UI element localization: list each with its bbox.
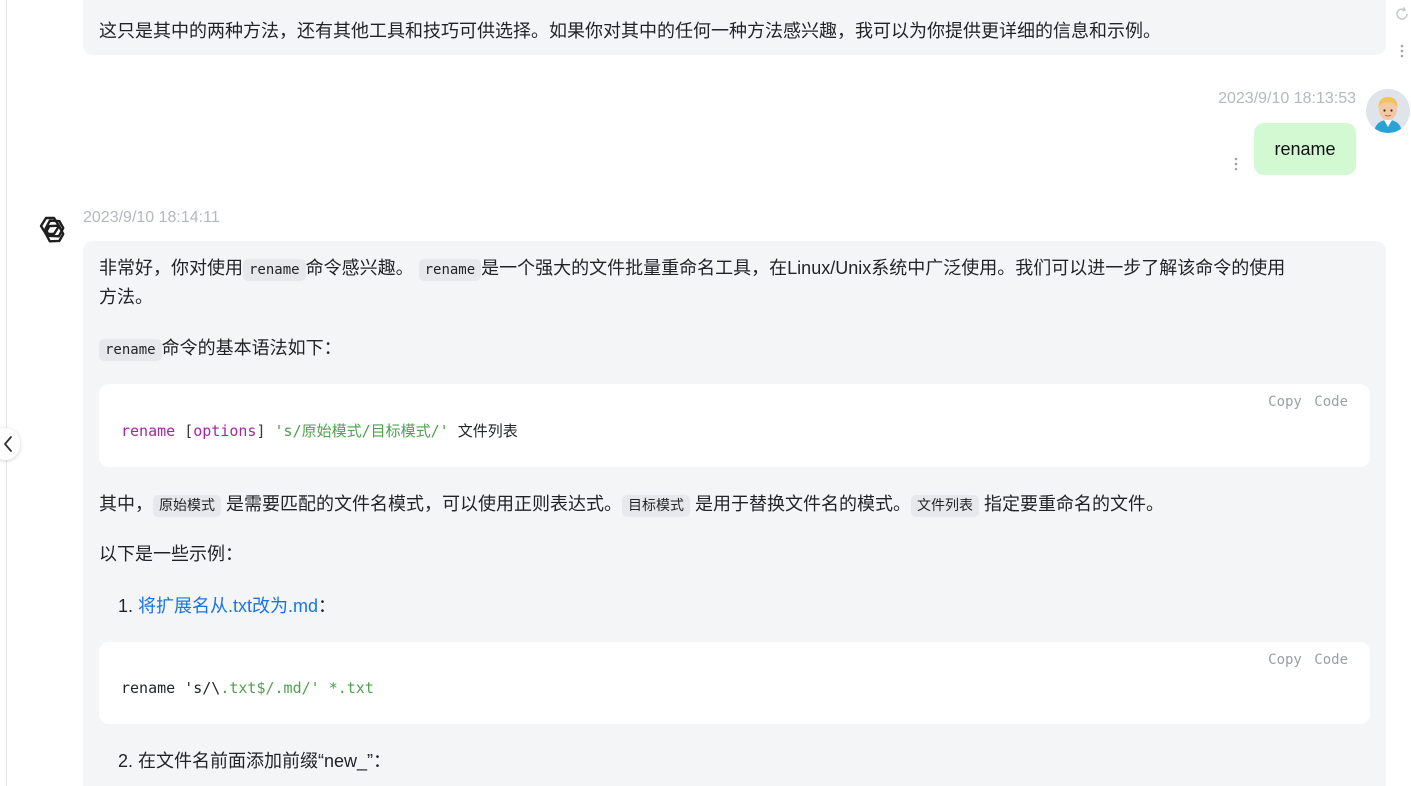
code-token: ]: [256, 422, 266, 440]
code-string: .txt: [337, 679, 374, 697]
text: ：: [318, 596, 337, 616]
inline-code: rename: [99, 339, 162, 361]
code-token: options: [193, 422, 257, 440]
list-number: 1.: [118, 596, 134, 616]
sidebar-divider: [6, 0, 7, 786]
chat-page: 这只是其中的两种方法，还有其他工具和技巧可供选择。如果你对其中的任何一种方法感兴…: [0, 0, 1411, 786]
text: 是一个强大的文件批量重命名工具，在Linux/Unix系统中广泛使用。我们可以进…: [481, 258, 1286, 278]
more-vertical-icon[interactable]: [1400, 44, 1404, 58]
inline-code: 目标模式: [622, 495, 691, 517]
more-vertical-icon[interactable]: [1234, 157, 1238, 171]
code-string: /.md/' *: [265, 679, 338, 697]
user-avatar: [1366, 89, 1410, 133]
user-message-bubble: rename: [1254, 123, 1356, 175]
paragraph: 其中， 原始模式 是需要匹配的文件名模式，可以使用正则表达式。 目标模式 是用于替换…: [99, 489, 1164, 521]
refresh-icon[interactable]: [1394, 6, 1410, 22]
user-message-timestamp: 2023/9/10 18:13:53: [1218, 90, 1356, 107]
code-line: rename 's/\.txt$/.md/' *.txt: [121, 679, 374, 697]
paragraph-continuation: 方法。: [99, 287, 153, 307]
list-item-text: 在文件名前面添加前缀“new_”：: [138, 751, 392, 771]
text: 是用于替换文件名的模式。: [695, 494, 912, 514]
inline-code: rename: [418, 259, 482, 281]
list-number: 2.: [118, 751, 134, 771]
ai-message-bubble: 非常好，你对使用 rename 命令感兴趣。 rename 是一个强大的文件批量重命名…: [83, 241, 1386, 786]
paragraph: rename 命令的基本语法如下：: [99, 333, 342, 365]
code-token: rename: [121, 422, 176, 440]
text: 其中，: [99, 494, 153, 514]
sidebar-collapse-button[interactable]: [0, 428, 20, 460]
list-item: 1. 将扩展名从.txt改为.md：: [118, 591, 336, 621]
chevron-left-icon: [4, 436, 12, 452]
code-line: rename [options] 's/原始模式/目标模式/' 文件列表: [121, 420, 518, 441]
inline-code: rename: [243, 259, 306, 281]
inline-code: 文件列表: [911, 495, 980, 517]
code-token: [: [184, 422, 194, 440]
ai-message-timestamp: 2023/9/10 18:14:11: [83, 209, 220, 226]
openai-logo-icon: [39, 216, 65, 243]
list-item: 2. 在文件名前面添加前缀“new_”：: [118, 746, 391, 776]
text: 是需要匹配的文件名模式，可以使用正则表达式。: [226, 494, 623, 514]
text: 指定要重命名的文件。: [984, 494, 1165, 514]
code-token: 文件列表: [457, 422, 518, 440]
user-message-text: rename: [1274, 138, 1336, 159]
text: 命令感兴趣。: [305, 258, 414, 278]
inline-code: 原始模式: [153, 495, 221, 517]
list-item-link[interactable]: 将扩展名从.txt改为.md: [138, 596, 318, 616]
code-string: .txt$: [220, 679, 266, 697]
text: 非常好，你对使用: [99, 258, 243, 278]
ai-message-bubble-previous: 这只是其中的两种方法，还有其他工具和技巧可供选择。如果你对其中的任何一种方法感兴…: [83, 0, 1386, 55]
code-block: Copy Code rename 's/\.txt$/.md/' *.txt: [99, 642, 1370, 724]
text: 命令的基本语法如下：: [161, 338, 342, 358]
copy-code-button[interactable]: Copy Code: [1268, 394, 1348, 410]
code-token: rename 's/\: [121, 679, 221, 697]
code-string: 's/原始模式/目标模式/': [274, 422, 449, 440]
message-text: 这只是其中的两种方法，还有其他工具和技巧可供选择。如果你对其中的任何一种方法感兴…: [99, 21, 1161, 41]
copy-code-button[interactable]: Copy Code: [1268, 652, 1348, 668]
paragraph: 非常好，你对使用 rename 命令感兴趣。 rename 是一个强大的文件批量重命名…: [99, 253, 1285, 285]
paragraph: 以下是一些示例：: [99, 544, 243, 564]
code-block: Copy Code rename [options] 's/原始模式/目标模式/…: [99, 384, 1370, 467]
